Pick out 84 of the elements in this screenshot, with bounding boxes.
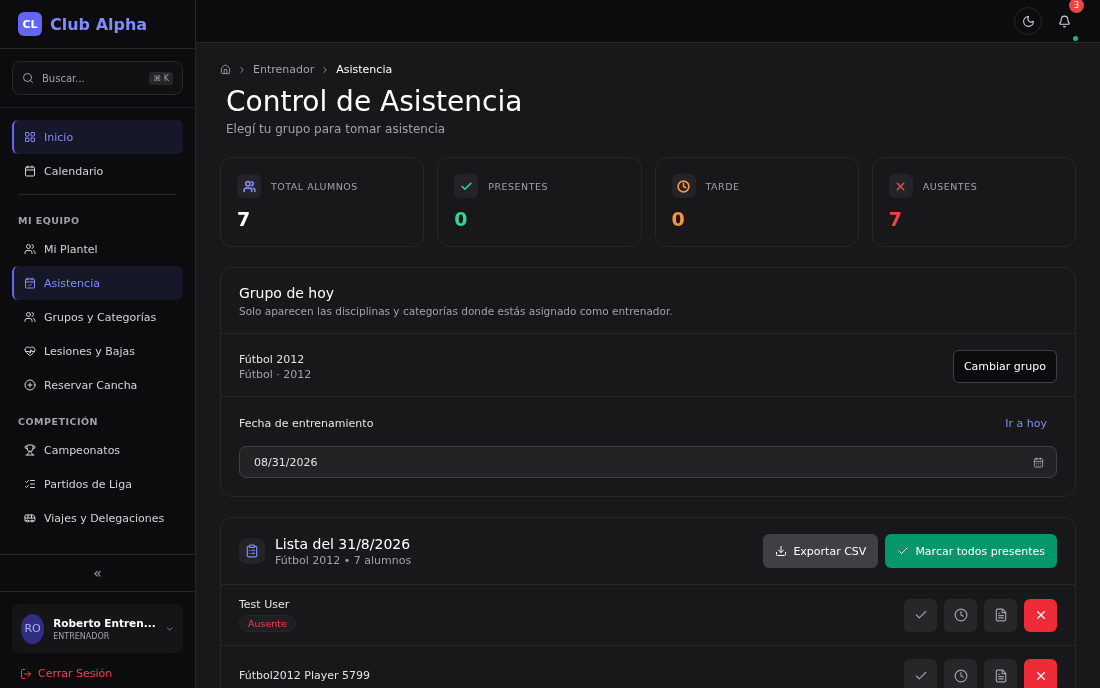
stat-value: 7 bbox=[237, 208, 252, 230]
card-description: Solo aparecen las disciplinas y categorías donde estás asignado como entrenador. bbox=[239, 305, 674, 317]
calendar-check-icon bbox=[24, 277, 36, 289]
stat-value: 7 bbox=[888, 208, 903, 230]
grid-icon bbox=[24, 131, 36, 143]
breadcrumb-link[interactable]: Asistencia bbox=[336, 63, 393, 76]
stat-label: PRESENTES bbox=[488, 180, 549, 192]
export-button[interactable]: Exportar CSV bbox=[763, 534, 879, 568]
logo: CL bbox=[18, 12, 42, 36]
stat-label: TARDE bbox=[705, 180, 740, 192]
status-badge: Ausente bbox=[239, 615, 296, 632]
stat-label: AUSENTES bbox=[922, 180, 978, 192]
nav-item[interactable]: Mi Plantel bbox=[12, 232, 183, 266]
student-name: Test User bbox=[239, 598, 291, 611]
nav-item[interactable]: Reservar Cancha bbox=[12, 368, 183, 402]
collapse-button[interactable]: « bbox=[0, 554, 195, 592]
document-icon bbox=[993, 668, 1008, 683]
stat-value: 0 bbox=[454, 208, 469, 230]
bus-icon bbox=[24, 512, 36, 524]
user-card[interactable]: RO Roberto Entren... ENTRENADOR bbox=[12, 604, 183, 653]
search-field[interactable]: Buscar... ⌘ K bbox=[12, 61, 183, 95]
attendance-button[interactable] bbox=[944, 659, 977, 688]
user-name: Roberto Entren... bbox=[53, 616, 156, 630]
change-group-button[interactable]: Cambiar grupo bbox=[952, 350, 1057, 383]
user-role: ENTRENADOR bbox=[53, 632, 111, 641]
avatar: RO bbox=[21, 613, 45, 644]
moon-icon bbox=[1021, 14, 1035, 28]
clock-icon bbox=[953, 608, 968, 622]
notification-count: 3 bbox=[1069, 0, 1084, 13]
attendance-button[interactable] bbox=[984, 598, 1017, 632]
date-field[interactable]: 08/31/2026 bbox=[239, 446, 1057, 478]
trophy-icon bbox=[24, 444, 36, 456]
users-icon bbox=[24, 243, 36, 255]
nav-item[interactable]: Grupos y Categorías bbox=[12, 300, 183, 334]
clipboard-icon bbox=[245, 544, 259, 558]
breadcrumb-link[interactable]: Entrenador bbox=[253, 63, 315, 76]
nav-item[interactable]: Viajes y Delegaciones bbox=[12, 501, 183, 535]
checklist-icon bbox=[24, 478, 36, 490]
search-icon bbox=[22, 72, 34, 84]
status-dot bbox=[1073, 36, 1078, 41]
stat-value: 0 bbox=[671, 208, 686, 230]
shortcut-hint: ⌘ K bbox=[149, 71, 173, 85]
check-icon bbox=[897, 545, 910, 557]
logout-icon bbox=[20, 667, 32, 680]
nav-item[interactable]: Lesiones y Bajas bbox=[12, 334, 183, 368]
search-input[interactable]: Buscar... bbox=[40, 71, 144, 85]
group-detail: Fútbol · 2012 bbox=[239, 367, 312, 381]
nav-item[interactable]: Asistencia bbox=[12, 266, 183, 300]
attendance-button[interactable] bbox=[944, 598, 977, 632]
home-icon[interactable] bbox=[220, 64, 231, 75]
attendance-button[interactable] bbox=[984, 659, 1017, 688]
card-subtitle: Fútbol 2012 • 7 alumnos bbox=[275, 553, 412, 567]
clock-icon bbox=[953, 668, 968, 683]
nav-item[interactable]: Calendario bbox=[12, 154, 183, 188]
card-title: Grupo de hoy bbox=[239, 285, 336, 301]
field-label: Fecha de entrenamiento bbox=[239, 417, 374, 430]
heart-icon bbox=[24, 345, 36, 357]
chevron-right-icon bbox=[237, 64, 247, 75]
brand-name: Club Alpha bbox=[50, 14, 148, 34]
logout-link[interactable]: Cerrar Sesión bbox=[20, 667, 175, 680]
group-name: Fútbol 2012 bbox=[239, 352, 306, 366]
document-icon bbox=[993, 608, 1008, 622]
mark-all-button[interactable]: Marcar todos presentes bbox=[885, 534, 1057, 568]
page-subtitle: Elegí tu grupo para tomar asistencia bbox=[226, 122, 447, 136]
check-icon bbox=[913, 608, 928, 622]
nav-item[interactable]: Inicio bbox=[12, 120, 183, 154]
attendance-button[interactable] bbox=[1024, 598, 1057, 632]
section-label: MI EQUIPO bbox=[17, 214, 81, 228]
plus-circle-icon bbox=[24, 379, 36, 391]
nav-item[interactable]: Campeonatos bbox=[12, 433, 183, 467]
today-link[interactable]: Ir a hoy bbox=[1005, 417, 1047, 430]
download-icon bbox=[775, 545, 788, 557]
student-name: Fútbol2012 Player 5799 bbox=[239, 669, 370, 682]
page-title: Control de Asistencia bbox=[226, 85, 524, 118]
users-icon bbox=[24, 311, 36, 323]
bell-icon bbox=[1057, 14, 1071, 28]
calendar-icon bbox=[1033, 456, 1044, 468]
card-title: Lista del 31/8/2026 bbox=[275, 535, 412, 552]
stat-label: TOTAL ALUMNOS bbox=[271, 180, 358, 192]
date-input[interactable]: 08/31/2026 bbox=[252, 454, 1033, 470]
section-label: COMPETICIÓN bbox=[17, 415, 99, 429]
theme-toggle[interactable] bbox=[1014, 7, 1042, 35]
calendar-icon bbox=[24, 165, 36, 177]
nav-item[interactable]: Partidos de Liga bbox=[12, 467, 183, 501]
